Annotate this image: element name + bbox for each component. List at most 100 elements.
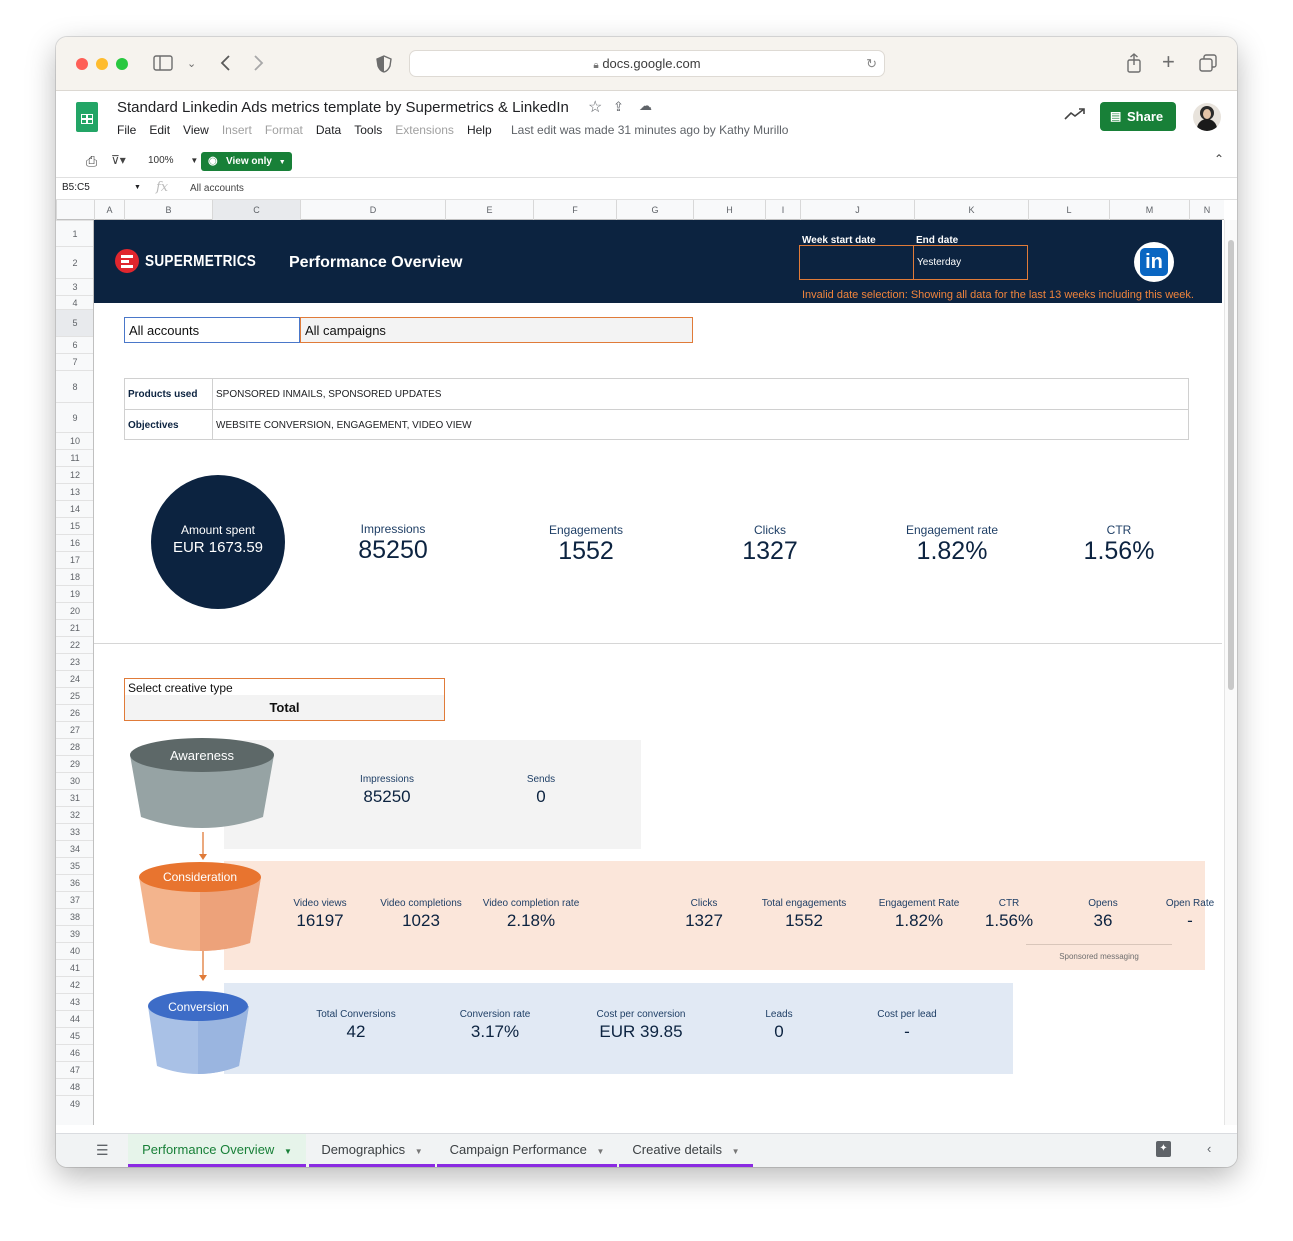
print-icon[interactable]: ⎙	[86, 153, 97, 170]
row-header[interactable]: 2	[56, 246, 93, 278]
filter-icon[interactable]: ⊽▾	[111, 153, 126, 167]
row-header[interactable]: 44	[56, 1010, 93, 1027]
share-button[interactable]: ▤ Share	[1100, 102, 1176, 131]
close-window-button[interactable]	[76, 58, 88, 70]
row-header[interactable]: 32	[56, 806, 93, 823]
row-header[interactable]: 39	[56, 925, 93, 942]
row-header[interactable]: 15	[56, 517, 93, 534]
column-header[interactable]: K	[914, 200, 1028, 220]
zoom-window-button[interactable]	[116, 58, 128, 70]
row-header[interactable]: 42	[56, 976, 93, 993]
row-header[interactable]: 3	[56, 278, 93, 295]
menu-data[interactable]: Data	[316, 123, 341, 137]
account-dropdown[interactable]: All accounts	[124, 317, 300, 343]
week-start-input[interactable]	[799, 245, 914, 280]
star-icon[interactable]: ☆	[588, 97, 602, 117]
vertical-scrollbar[interactable]	[1224, 220, 1237, 1125]
row-header[interactable]: 16	[56, 534, 93, 551]
row-header[interactable]: 34	[56, 840, 93, 857]
column-header[interactable]: B	[124, 200, 212, 220]
last-edit-link[interactable]: Last edit was made 31 minutes ago by Kat…	[511, 123, 788, 137]
column-header[interactable]: D	[300, 200, 445, 220]
row-header[interactable]: 19	[56, 585, 93, 602]
row-header[interactable]: 29	[56, 755, 93, 772]
menu-view[interactable]: View	[183, 123, 209, 137]
column-header[interactable]: J	[800, 200, 914, 220]
row-header[interactable]: 20	[56, 602, 93, 619]
row-header[interactable]: 46	[56, 1044, 93, 1061]
column-header[interactable]: M	[1109, 200, 1189, 220]
row-header[interactable]: 49	[56, 1095, 93, 1112]
zoom-select[interactable]: 100% ▼	[148, 155, 198, 166]
row-header[interactable]: 17	[56, 551, 93, 568]
select-all-corner[interactable]	[56, 200, 94, 220]
column-header[interactable]: L	[1028, 200, 1109, 220]
tab-demographics[interactable]: Demographics ▼	[309, 1134, 435, 1167]
row-header[interactable]: 38	[56, 908, 93, 925]
document-title[interactable]: Standard Linkedin Ads metrics template b…	[117, 99, 569, 116]
row-header[interactable]: 11	[56, 449, 93, 466]
menu-file[interactable]: File	[117, 123, 136, 137]
campaign-dropdown[interactable]: All campaigns	[300, 317, 693, 343]
row-header[interactable]: 22	[56, 636, 93, 653]
row-header[interactable]: 31	[56, 789, 93, 806]
row-header[interactable]: 9	[56, 402, 93, 432]
move-to-drive-icon[interactable]: ⇪	[613, 99, 624, 115]
row-header[interactable]: 41	[56, 959, 93, 976]
column-header[interactable]: N	[1189, 200, 1224, 220]
row-header[interactable]: 8	[56, 370, 93, 402]
tab-creative-details[interactable]: Creative details ▼	[619, 1134, 753, 1167]
menu-extensions[interactable]: Extensions	[395, 123, 454, 137]
row-header[interactable]: 6	[56, 336, 93, 353]
view-only-button[interactable]: ◉ View only ▼	[201, 152, 292, 171]
row-header[interactable]: 43	[56, 993, 93, 1010]
sheets-logo-icon[interactable]	[76, 102, 98, 132]
back-icon[interactable]	[219, 54, 231, 75]
address-bar[interactable]: 🔒︎ docs.google.com ↻	[409, 50, 885, 77]
row-header[interactable]: 47	[56, 1061, 93, 1078]
row-header[interactable]: 40	[56, 942, 93, 959]
row-header[interactable]: 25	[56, 687, 93, 704]
sidebar-icon[interactable]	[153, 55, 173, 74]
row-header[interactable]: 36	[56, 874, 93, 891]
row-header[interactable]: 14	[56, 500, 93, 517]
avatar[interactable]	[1193, 103, 1221, 131]
column-header[interactable]: I	[765, 200, 800, 220]
row-header[interactable]: 24	[56, 670, 93, 687]
activity-trend-icon[interactable]	[1064, 107, 1086, 126]
row-header[interactable]: 33	[56, 823, 93, 840]
explore-icon[interactable]: ✦	[1156, 1141, 1171, 1157]
column-header[interactable]: E	[445, 200, 533, 220]
forward-icon[interactable]	[253, 54, 265, 75]
formula-input[interactable]: All accounts	[190, 183, 244, 194]
end-date-input[interactable]: Yesterday	[913, 245, 1028, 280]
row-header[interactable]: 30	[56, 772, 93, 789]
row-header[interactable]: 26	[56, 704, 93, 721]
row-header[interactable]: 35	[56, 857, 93, 874]
creative-type-selector[interactable]: Select creative type Total	[124, 678, 445, 721]
menu-edit[interactable]: Edit	[149, 123, 170, 137]
tab-overview-icon[interactable]	[1199, 54, 1217, 75]
chevron-down-icon[interactable]: ⌄	[187, 55, 196, 73]
minimize-window-button[interactable]	[96, 58, 108, 70]
row-header[interactable]: 37	[56, 891, 93, 908]
row-header[interactable]: 18	[56, 568, 93, 585]
row-header[interactable]: 27	[56, 721, 93, 738]
reload-icon[interactable]: ↻	[866, 51, 877, 76]
row-header[interactable]: 45	[56, 1027, 93, 1044]
scrollbar-thumb[interactable]	[1228, 240, 1234, 690]
menu-tools[interactable]: Tools	[354, 123, 382, 137]
new-tab-icon[interactable]: +	[1162, 51, 1175, 73]
menu-help[interactable]: Help	[467, 123, 492, 137]
row-header[interactable]: 13	[56, 483, 93, 500]
column-header[interactable]: C	[212, 200, 300, 220]
row-header[interactable]: 28	[56, 738, 93, 755]
column-header[interactable]: F	[533, 200, 616, 220]
share-icon[interactable]	[1126, 53, 1142, 76]
menu-format[interactable]: Format	[265, 123, 303, 137]
column-header[interactable]: A	[94, 200, 124, 220]
row-header[interactable]: 48	[56, 1078, 93, 1095]
tab-performance-overview[interactable]: Performance Overview ▼	[128, 1134, 306, 1167]
cloud-status-icon[interactable]: ☁︎	[639, 98, 652, 114]
row-header[interactable]: 21	[56, 619, 93, 636]
